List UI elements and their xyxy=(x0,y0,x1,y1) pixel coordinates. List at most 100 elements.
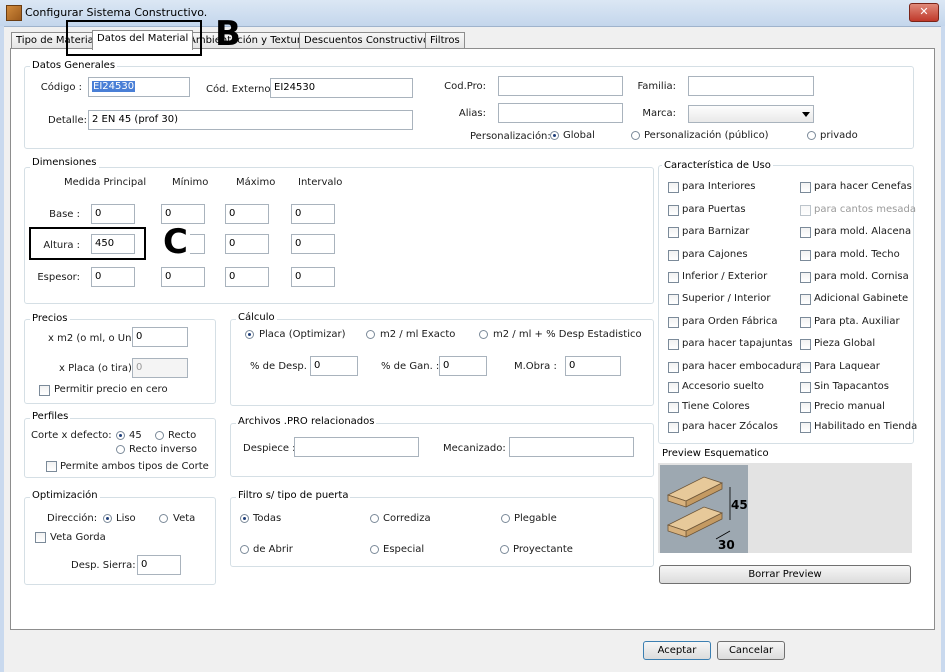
placa-optimizar-radio[interactable] xyxy=(245,330,254,339)
cod-externo-field[interactable]: EI24530 xyxy=(270,78,413,98)
m2-desp-estadistico-radio[interactable] xyxy=(479,330,488,339)
window-frame-right xyxy=(941,26,945,672)
global-label: Global xyxy=(563,130,595,141)
de-abrir-label: de Abrir xyxy=(253,544,293,555)
close-button[interactable]: ✕ xyxy=(909,3,939,22)
alias-label: Alias: xyxy=(458,108,486,119)
despiece-field[interactable] xyxy=(294,437,419,457)
precio-placa-field[interactable]: 0 xyxy=(132,358,188,378)
privado-label: privado xyxy=(820,130,858,141)
uso-right-checkbox[interactable] xyxy=(800,402,811,413)
datos-generales-title: Datos Generales xyxy=(30,60,118,71)
uso-right-checkbox[interactable] xyxy=(800,227,811,238)
uso-left-checkbox[interactable] xyxy=(668,294,679,305)
precio-m2-field[interactable]: 0 xyxy=(132,327,188,347)
despiece-label: Despiece : xyxy=(243,443,296,454)
cancelar-button[interactable]: Cancelar xyxy=(717,641,785,660)
permitir-precio-cero-checkbox[interactable] xyxy=(39,385,50,396)
codigo-field[interactable]: EI24530 xyxy=(88,77,190,97)
codigo-label: Código : xyxy=(40,82,82,93)
preview-title: Preview Esquematico xyxy=(662,448,769,459)
espesor-minimo-field[interactable]: 0 xyxy=(161,267,205,287)
base-maximo-field[interactable]: 0 xyxy=(225,204,269,224)
gan-label: % de Gan. : xyxy=(381,361,440,372)
base-medida-field[interactable]: 0 xyxy=(91,204,135,224)
m2-desp-estadistico-label: m2 / ml + % Desp Estadistico xyxy=(493,329,642,340)
liso-radio[interactable] xyxy=(103,514,112,523)
alias-field[interactable] xyxy=(498,103,623,123)
archivos-title: Archivos .PRO relacionados xyxy=(236,416,377,427)
uso-right-checkbox[interactable] xyxy=(800,205,811,216)
altura-intervalo-field[interactable]: 0 xyxy=(291,234,335,254)
espesor-maximo-field[interactable]: 0 xyxy=(225,267,269,287)
uso-left-checkbox[interactable] xyxy=(668,422,679,433)
m2-exacto-radio[interactable] xyxy=(366,330,375,339)
base-minimo-field[interactable]: 0 xyxy=(161,204,205,224)
permite-ambos-cortes-checkbox[interactable] xyxy=(46,461,57,472)
uso-right-checkbox[interactable] xyxy=(800,250,811,261)
uso-left-label: para Barnizar xyxy=(682,226,750,237)
plegable-radio[interactable] xyxy=(501,514,510,523)
de-abrir-radio[interactable] xyxy=(240,545,249,554)
mecanizado-field[interactable] xyxy=(509,437,634,457)
proyectante-radio[interactable] xyxy=(500,545,509,554)
corte-45-label: 45 xyxy=(129,430,142,441)
uso-right-label: para hacer Cenefas xyxy=(814,181,912,192)
uso-left-checkbox[interactable] xyxy=(668,182,679,193)
tab-filtros[interactable]: Filtros xyxy=(425,32,465,49)
gan-field[interactable]: 0 xyxy=(439,356,487,376)
corte-recto-inverso-radio[interactable] xyxy=(116,445,125,454)
desp-field[interactable]: 0 xyxy=(310,356,358,376)
uso-right-checkbox[interactable] xyxy=(800,339,811,350)
uso-left-checkbox[interactable] xyxy=(668,205,679,216)
base-intervalo-field[interactable]: 0 xyxy=(291,204,335,224)
todas-radio[interactable] xyxy=(240,514,249,523)
uso-left-checkbox[interactable] xyxy=(668,250,679,261)
uso-right-checkbox[interactable] xyxy=(800,294,811,305)
mobra-field[interactable]: 0 xyxy=(565,356,621,376)
uso-right-label: Adicional Gabinete xyxy=(814,293,909,304)
veta-radio[interactable] xyxy=(159,514,168,523)
uso-left-checkbox[interactable] xyxy=(668,382,679,393)
corte-recto-radio[interactable] xyxy=(155,431,164,440)
global-radio[interactable] xyxy=(550,131,559,140)
uso-left-checkbox[interactable] xyxy=(668,362,679,373)
uso-left-checkbox[interactable] xyxy=(668,317,679,328)
privado-radio[interactable] xyxy=(807,131,816,140)
window-title: Configurar Sistema Constructivo. xyxy=(25,6,208,19)
uso-left-checkbox[interactable] xyxy=(668,339,679,350)
espesor-medida-field[interactable]: 0 xyxy=(91,267,135,287)
uso-left-checkbox[interactable] xyxy=(668,272,679,283)
uso-right-checkbox[interactable] xyxy=(800,362,811,373)
uso-right-checkbox[interactable] xyxy=(800,272,811,283)
uso-right-checkbox[interactable] xyxy=(800,382,811,393)
desp-sierra-field[interactable]: 0 xyxy=(137,555,181,575)
uso-left-checkbox[interactable] xyxy=(668,402,679,413)
especial-radio[interactable] xyxy=(370,545,379,554)
detalle-field[interactable]: 2 EN 45 (prof 30) xyxy=(88,110,413,130)
veta-gorda-checkbox[interactable] xyxy=(35,532,46,543)
corrediza-radio[interactable] xyxy=(370,514,379,523)
mobra-label: M.Obra : xyxy=(514,361,557,372)
corte-45-radio[interactable] xyxy=(116,431,125,440)
tab-descuentos-constructivos[interactable]: Descuentos Constructivos xyxy=(299,32,440,49)
uso-right-label: para cantos mesada xyxy=(814,204,916,215)
aceptar-button[interactable]: Aceptar xyxy=(643,641,711,660)
espesor-intervalo-field[interactable]: 0 xyxy=(291,267,335,287)
uso-right-checkbox[interactable] xyxy=(800,182,811,193)
desp-label: % de Desp. : xyxy=(250,361,314,372)
tab-ambientacion-texturas[interactable]: Ambientación y Texturas xyxy=(184,32,318,49)
familia-field[interactable] xyxy=(688,76,814,96)
codpro-field[interactable] xyxy=(498,76,623,96)
personalizacion-publico-radio[interactable] xyxy=(631,131,640,140)
dimensiones-title: Dimensiones xyxy=(30,157,99,168)
uso-left-checkbox[interactable] xyxy=(668,227,679,238)
uso-right-checkbox[interactable] xyxy=(800,317,811,328)
marca-dropdown[interactable] xyxy=(688,105,814,123)
borrar-preview-button[interactable]: Borrar Preview xyxy=(659,565,911,584)
uso-right-label: Para Laquear xyxy=(814,361,880,372)
uso-right-checkbox[interactable] xyxy=(800,422,811,433)
annotation-letter-c: C xyxy=(161,222,190,262)
altura-maximo-field[interactable]: 0 xyxy=(225,234,269,254)
caracteristica-uso-title: Característica de Uso xyxy=(662,160,773,171)
